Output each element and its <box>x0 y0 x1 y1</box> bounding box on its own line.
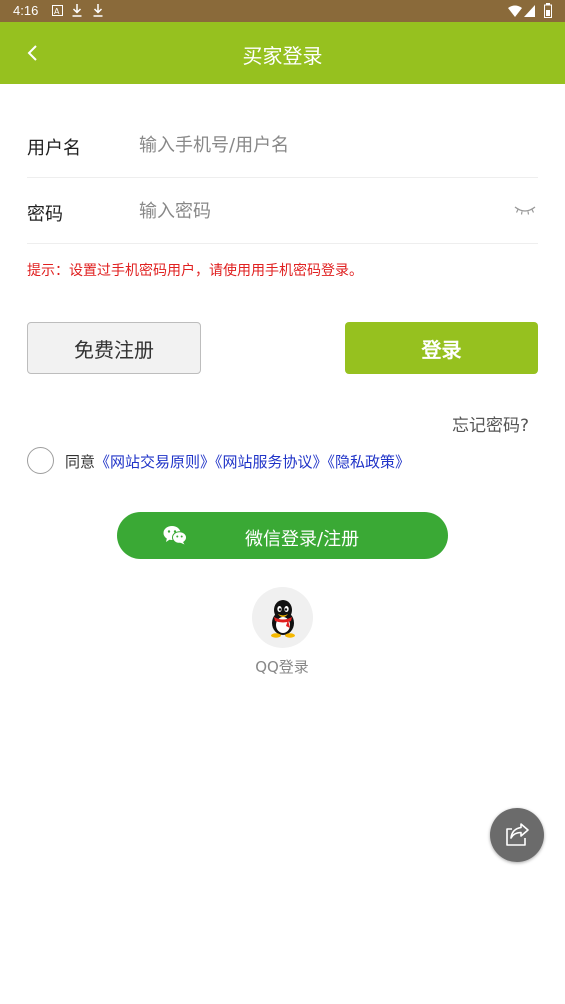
wifi-icon <box>508 5 522 17</box>
signal-icon <box>524 5 535 17</box>
download-icon <box>72 4 82 17</box>
wechat-login-button[interactable]: 微信登录/注册 <box>117 512 448 559</box>
agreement-checkbox[interactable] <box>27 447 54 474</box>
password-input[interactable] <box>139 196 499 226</box>
svg-text:A: A <box>54 7 60 16</box>
forgot-password-link[interactable]: 忘记密码? <box>452 411 529 436</box>
download-icon <box>93 4 103 17</box>
password-label: 密码 <box>27 204 63 225</box>
battery-icon <box>544 3 552 18</box>
qq-login-button[interactable] <box>252 587 313 648</box>
username-label: 用户名 <box>27 138 81 159</box>
qq-penguin-icon <box>271 600 295 638</box>
app-header: 买家登录 <box>0 22 565 84</box>
share-icon <box>506 823 529 846</box>
username-row: 用户名 <box>27 112 538 178</box>
agreement-text: 同意《网站交易原则》《网站服务协议》《隐私政策》 <box>65 451 410 472</box>
wechat-icon <box>163 526 187 545</box>
password-row: 密码 <box>27 178 538 244</box>
register-button[interactable]: 免费注册 <box>27 322 201 374</box>
agreement-row: 同意《网站交易原则》《网站服务协议》《隐私政策》 <box>27 447 547 475</box>
trade-rules-link[interactable]: 《网站交易原则》 <box>95 453 215 471</box>
share-button[interactable] <box>490 808 544 862</box>
service-agreement-link[interactable]: 《网站服务协议》 <box>215 453 328 471</box>
notification-icon: A <box>52 5 63 16</box>
login-button[interactable]: 登录 <box>345 322 538 374</box>
privacy-policy-link[interactable]: 《隐私政策》 <box>328 453 411 471</box>
status-time: 4:16 <box>13 3 39 18</box>
eye-closed-icon[interactable] <box>514 204 536 218</box>
agreement-prefix: 同意 <box>65 453 96 471</box>
status-bar: 4:16 A <box>0 0 565 22</box>
qq-login-label: QQ登录 <box>255 658 309 676</box>
username-input[interactable] <box>139 130 499 160</box>
page-title: 买家登录 <box>242 44 323 68</box>
wechat-login-label: 微信登录/注册 <box>245 529 360 550</box>
hint-text: 提示：设置过手机密码用户，请使用用手机密码登录。 <box>27 263 363 279</box>
